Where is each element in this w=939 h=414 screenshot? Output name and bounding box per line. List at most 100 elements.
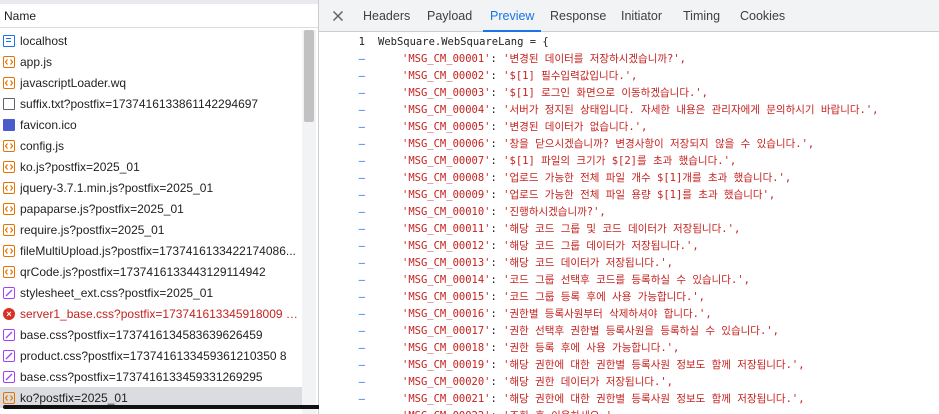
message-key: 'MSG_CM_00008'	[402, 172, 491, 184]
request-row[interactable]: jquery-3.7.1.min.js?postfix=2025_01	[0, 177, 302, 198]
request-row[interactable]: qrCode.js?postfix=1737416133443129114942	[0, 261, 302, 282]
message-key: 'MSG_CM_00009'	[402, 189, 491, 201]
request-row[interactable]: × server1_base.css?postfix=17374161334591…	[0, 303, 302, 324]
code-line: 'MSG_CM_00012': '해당 코드 그룹 데이터가 저장됩니다.',	[402, 238, 699, 255]
message-value: '$[1] 파일의 크기가 $[2]를 초과 했습니다.',	[503, 155, 737, 167]
message-value: '변경된 데이터가 없습니다.',	[503, 121, 648, 133]
request-list-scrollbar[interactable]	[302, 30, 316, 414]
request-name: base.css?postfix=1737416134583639626459	[20, 327, 263, 342]
tab-headers[interactable]: Headers	[363, 0, 410, 31]
request-row[interactable]: base.css?postfix=1737416134583639626459	[0, 324, 302, 345]
line-number: –	[358, 206, 365, 218]
message-key: 'MSG_CM_00001'	[402, 53, 491, 65]
script-icon	[3, 265, 15, 278]
script-icon	[3, 244, 15, 257]
name-column-header[interactable]: Name	[0, 4, 318, 28]
line-number: –	[358, 274, 365, 286]
tab-payload[interactable]: Payload	[427, 0, 472, 31]
colon-separator: :	[490, 206, 504, 218]
message-value: '$[1] 로그인 화면으로 이동하겠습니다.',	[503, 87, 708, 99]
script-icon	[3, 139, 15, 152]
document-icon	[3, 34, 15, 47]
code-line: 'MSG_CM_00004': '서버가 정지된 상태입니다. 자세한 내용은 …	[402, 102, 879, 119]
code-line: 'MSG_CM_00002': '$[1] 필수입력값입니다.',	[402, 68, 637, 85]
message-key: 'MSG_CM_00016'	[402, 308, 491, 320]
line-number: –	[358, 376, 365, 388]
request-name: server1_base.css?postfix=173741613345918…	[20, 306, 302, 321]
line-number: –	[358, 308, 365, 320]
code-line: 'MSG_CM_00015': '코드 그룹 등록 후에 사용 가능합니다.',	[402, 289, 705, 306]
line-number: –	[319, 408, 371, 414]
request-list: localhost app.js javascriptLoader.wq suffix…	[0, 30, 302, 408]
colon-separator: :	[490, 342, 504, 354]
request-name: config.js	[20, 138, 65, 153]
code-line: 'MSG_CM_00006': '창을 닫으시겠습니까? 변경사항이 저장되지 …	[402, 136, 814, 153]
line-number-gutter: 1 – – – – – – – – – – – – – – – – – – – – – –	[319, 33, 371, 414]
colon-separator: :	[490, 70, 504, 82]
line-number: –	[358, 172, 365, 184]
message-key: 'MSG_CM_00003'	[402, 87, 491, 99]
line-number: –	[358, 189, 365, 201]
message-value: '해당 코드 데이터가 저장됩니다.',	[503, 257, 674, 269]
code-line: 'MSG_CM_00008': '업로드 가능한 전체 파일 개수 $[1]개를…	[402, 170, 791, 187]
message-key: 'MSG_CM_00019'	[402, 359, 491, 371]
request-row[interactable]: app.js	[0, 51, 302, 72]
code-line: 'MSG_CM_00017': '권한 선택후 권한별 등록사원을 등록하실 수…	[402, 323, 779, 340]
request-row[interactable]: localhost	[0, 30, 302, 51]
request-row[interactable]: ko.js?postfix=2025_01	[0, 156, 302, 177]
close-icon[interactable]	[328, 6, 348, 26]
request-name: suffix.txt?postfix=173741613386114229469…	[20, 96, 259, 111]
message-key: 'MSG_CM_00014'	[402, 274, 491, 286]
message-key: 'MSG_CM_00002'	[402, 70, 491, 82]
code-line: 'MSG_CM_00019': '해당 권한에 대한 권한별 등록사원 정보도 …	[402, 357, 805, 374]
request-row[interactable]: base.css?postfix=1737416133459331269295	[0, 366, 302, 387]
colon-separator: :	[490, 393, 504, 405]
request-row[interactable]: fileMultiUpload.js?postfix=1737416133422…	[0, 240, 302, 261]
script-icon	[3, 202, 15, 215]
colon-separator: :	[490, 291, 504, 303]
request-row[interactable]: favicon.ico	[0, 114, 302, 135]
tab-response[interactable]: Response	[550, 0, 606, 31]
request-name: favicon.ico	[20, 117, 77, 132]
request-row[interactable]: javascriptLoader.wq	[0, 72, 302, 93]
code-line: 'MSG_CM_00007': '$[1] 파일의 크기가 $[2]를 초과 했…	[402, 153, 736, 170]
message-value: '해당 코드 그룹 및 코드 데이터가 저장됩니다.',	[503, 223, 741, 235]
colon-separator: :	[490, 53, 504, 65]
colon-separator: :	[490, 138, 504, 150]
colon-separator: :	[490, 257, 504, 269]
tab-timing[interactable]: Timing	[683, 0, 720, 31]
line-number: –	[358, 87, 365, 99]
line-number: –	[358, 53, 365, 65]
request-row[interactable]: product.css?postfix=17374161334593612103…	[0, 345, 302, 366]
tab-preview[interactable]: Preview	[482, 0, 543, 32]
script-icon	[3, 391, 15, 404]
colon-separator: :	[490, 189, 504, 201]
tab-initiator[interactable]: Initiator	[621, 0, 662, 31]
code-line: 'MSG_CM_00001': '변경된 데이터를 저장하시겠습니까?',	[402, 51, 686, 68]
script-icon	[3, 160, 15, 173]
colon-separator: :	[490, 155, 504, 167]
request-list-panel: Name localhost app.js javascriptLoader.wq s…	[0, 0, 319, 414]
request-row[interactable]: config.js	[0, 135, 302, 156]
request-row[interactable]: papaparse.js?postfix=2025_01	[0, 198, 302, 219]
tab-cookies[interactable]: Cookies	[740, 0, 785, 31]
message-key: 'MSG_CM_00017'	[402, 325, 491, 337]
request-row[interactable]: suffix.txt?postfix=173741613386114229469…	[0, 93, 302, 114]
code-line: 'MSG_CM_00021': '해당 권한에 대한 권한별 등록사원 정보도 …	[402, 391, 805, 408]
code-line: 'MSG_CM_00013': '해당 코드 데이터가 저장됩니다.',	[402, 255, 673, 272]
request-row[interactable]: require.js?postfix=2025_01	[0, 219, 302, 240]
message-value: '업로드 가능한 전체 파일 개수 $[1]개를 초과 했습니다.',	[503, 172, 792, 184]
code-line: 'MSG_CM_00005': '변경된 데이터가 없습니다.',	[402, 119, 647, 136]
message-key: 'MSG_CM_00006'	[402, 138, 491, 150]
line-number: –	[358, 393, 365, 405]
message-key: 'MSG_CM_00013'	[402, 257, 491, 269]
message-key: 'MSG_CM_00007'	[402, 155, 491, 167]
bottom-scroll-indicator	[3, 405, 339, 409]
message-value: '권한 선택후 권한별 등록사원을 등록하실 수 있습니다.',	[503, 325, 779, 337]
request-row[interactable]: stylesheet_ext.css?postfix=2025_01	[0, 282, 302, 303]
code-line: 'MSG_CM_00022': '조회 후 이용하세요.',	[402, 408, 618, 414]
line-number: –	[358, 138, 365, 150]
colon-separator: :	[491, 410, 504, 414]
scrollbar-thumb[interactable]	[304, 30, 314, 122]
preview-code-area[interactable]: 1 – – – – – – – – – – – – – – – – – – – – – – WebSquare.WebSqu…	[319, 33, 939, 414]
